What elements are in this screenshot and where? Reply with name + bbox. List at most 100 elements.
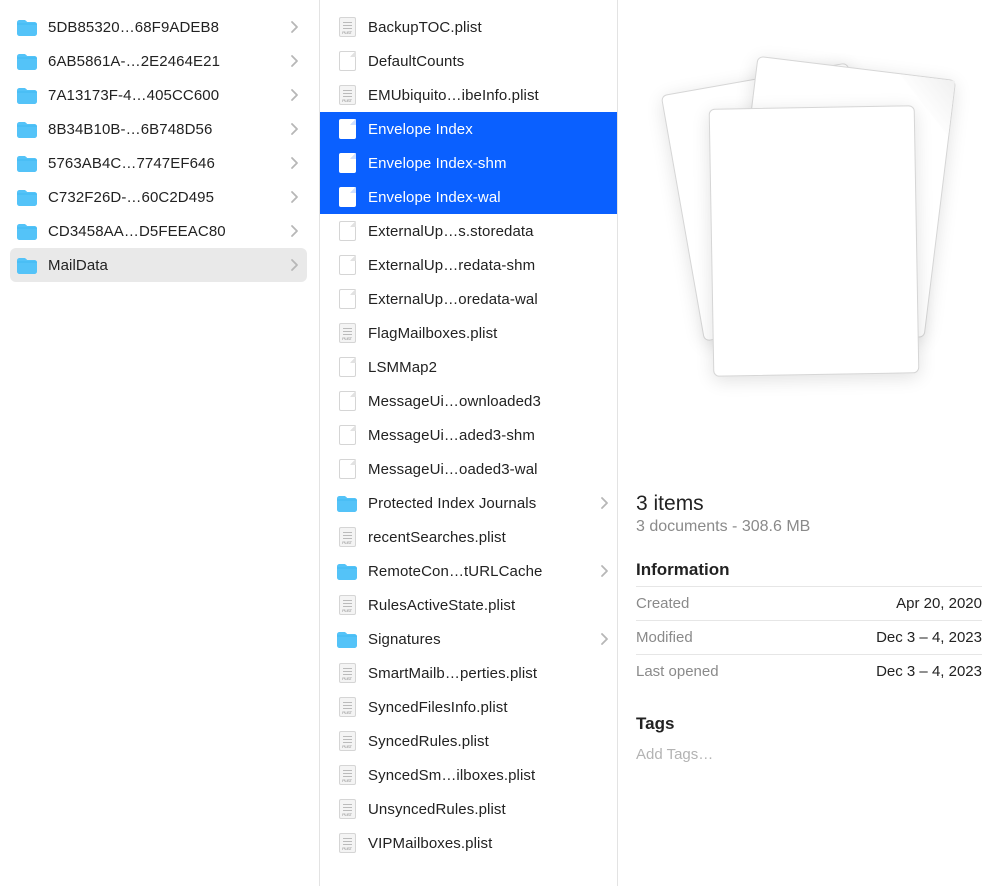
document-icon — [336, 356, 358, 378]
list-item[interactable]: C732F26D-…60C2D495 — [10, 180, 307, 214]
list-item[interactable]: SmartMailb…perties.plist — [320, 656, 617, 690]
plist-file-icon — [336, 84, 358, 106]
list-item[interactable]: LSMMap2 — [320, 350, 617, 384]
list-item[interactable]: 6AB5861A-…2E2464E21 — [10, 44, 307, 78]
folder-icon — [16, 254, 38, 276]
info-key: Modified — [636, 629, 693, 646]
list-item[interactable]: Envelope Index-shm — [320, 146, 617, 180]
list-item[interactable]: 5763AB4C…7747EF646 — [10, 146, 307, 180]
chevron-right-icon — [287, 121, 301, 137]
list-item[interactable]: VIPMailboxes.plist — [320, 826, 617, 860]
list-item[interactable]: 7A13173F-4…405CC600 — [10, 78, 307, 112]
folder-icon — [16, 118, 38, 140]
chevron-right-icon — [597, 631, 611, 647]
item-label: MailData — [48, 257, 287, 274]
plist-file-icon — [336, 322, 358, 344]
item-label: C732F26D-…60C2D495 — [48, 189, 287, 206]
item-label: recentSearches.plist — [368, 529, 611, 546]
list-item[interactable]: MailData — [10, 248, 307, 282]
list-item[interactable]: FlagMailboxes.plist — [320, 316, 617, 350]
list-item[interactable]: MessageUi…ownloaded3 — [320, 384, 617, 418]
preview-title: 3 items — [636, 492, 982, 516]
document-stack-icon — [669, 61, 949, 401]
tags-input[interactable]: Add Tags… — [636, 740, 982, 769]
item-label: VIPMailboxes.plist — [368, 835, 611, 852]
info-key: Last opened — [636, 663, 719, 680]
item-label: 6AB5861A-…2E2464E21 — [48, 53, 287, 70]
document-icon — [336, 424, 358, 446]
plist-file-icon — [336, 764, 358, 786]
plist-file-icon — [336, 16, 358, 38]
finder-column-2[interactable]: BackupTOC.plist DefaultCounts EMUbiquito…i… — [320, 0, 618, 886]
list-item[interactable]: ExternalUp…s.storedata — [320, 214, 617, 248]
item-label: CD3458AA…D5FEEAC80 — [48, 223, 287, 240]
item-label: ExternalUp…redata-shm — [368, 257, 611, 274]
list-item[interactable]: ExternalUp…redata-shm — [320, 248, 617, 282]
list-item[interactable]: SyncedFilesInfo.plist — [320, 690, 617, 724]
folder-icon — [336, 628, 358, 650]
folder-icon — [16, 220, 38, 242]
item-label: BackupTOC.plist — [368, 19, 611, 36]
item-label: RemoteCon…tURLCache — [368, 563, 597, 580]
list-item[interactable]: recentSearches.plist — [320, 520, 617, 554]
info-heading: Information — [636, 560, 982, 580]
item-label: Envelope Index-wal — [368, 189, 611, 206]
plist-file-icon — [336, 798, 358, 820]
document-icon — [336, 152, 358, 174]
item-label: Envelope Index-shm — [368, 155, 611, 172]
list-item[interactable]: Signatures — [320, 622, 617, 656]
list-item[interactable]: ExternalUp…oredata-wal — [320, 282, 617, 316]
list-item[interactable]: RulesActiveState.plist — [320, 588, 617, 622]
list-item[interactable]: SyncedSm…ilboxes.plist — [320, 758, 617, 792]
chevron-right-icon — [597, 563, 611, 579]
info-row: CreatedApr 20, 2020 — [636, 586, 982, 620]
item-label: EMUbiquito…ibeInfo.plist — [368, 87, 611, 104]
list-item[interactable]: Envelope Index — [320, 112, 617, 146]
info-value: Apr 20, 2020 — [896, 595, 982, 612]
folder-icon — [16, 152, 38, 174]
plist-file-icon — [336, 662, 358, 684]
item-label: 5DB85320…68F9ADEB8 — [48, 19, 287, 36]
item-label: UnsyncedRules.plist — [368, 801, 611, 818]
list-item[interactable]: 5DB85320…68F9ADEB8 — [10, 10, 307, 44]
item-label: 7A13173F-4…405CC600 — [48, 87, 287, 104]
list-item[interactable]: Envelope Index-wal — [320, 180, 617, 214]
list-item[interactable]: RemoteCon…tURLCache — [320, 554, 617, 588]
item-label: RulesActiveState.plist — [368, 597, 611, 614]
plist-file-icon — [336, 696, 358, 718]
item-label: Envelope Index — [368, 121, 611, 138]
plist-file-icon — [336, 730, 358, 752]
finder-column-1[interactable]: 5DB85320…68F9ADEB8 6AB5861A-…2E2464E21 7A1… — [0, 0, 320, 886]
item-label: ExternalUp…s.storedata — [368, 223, 611, 240]
chevron-right-icon — [287, 19, 301, 35]
item-label: MessageUi…oaded3-wal — [368, 461, 611, 478]
list-item[interactable]: SyncedRules.plist — [320, 724, 617, 758]
list-item[interactable]: BackupTOC.plist — [320, 10, 617, 44]
item-label: SyncedSm…ilboxes.plist — [368, 767, 611, 784]
chevron-right-icon — [287, 53, 301, 69]
item-label: ExternalUp…oredata-wal — [368, 291, 611, 308]
item-label: 5763AB4C…7747EF646 — [48, 155, 287, 172]
info-row: Last openedDec 3 – 4, 2023 — [636, 654, 982, 688]
folder-icon — [336, 492, 358, 514]
list-item[interactable]: Protected Index Journals — [320, 486, 617, 520]
item-label: DefaultCounts — [368, 53, 611, 70]
document-icon — [336, 118, 358, 140]
list-item[interactable]: MessageUi…oaded3-wal — [320, 452, 617, 486]
preview-subtitle: 3 documents - 308.6 MB — [636, 518, 982, 536]
list-item[interactable]: EMUbiquito…ibeInfo.plist — [320, 78, 617, 112]
plist-file-icon — [336, 526, 358, 548]
list-item[interactable]: DefaultCounts — [320, 44, 617, 78]
list-item[interactable]: MessageUi…aded3-shm — [320, 418, 617, 452]
list-item[interactable]: CD3458AA…D5FEEAC80 — [10, 214, 307, 248]
plist-file-icon — [336, 832, 358, 854]
item-label: SyncedRules.plist — [368, 733, 611, 750]
document-icon — [336, 458, 358, 480]
list-item[interactable]: 8B34B10B-…6B748D56 — [10, 112, 307, 146]
chevron-right-icon — [287, 189, 301, 205]
list-item[interactable]: UnsyncedRules.plist — [320, 792, 617, 826]
item-label: SyncedFilesInfo.plist — [368, 699, 611, 716]
tags-heading: Tags — [636, 714, 982, 734]
info-row: ModifiedDec 3 – 4, 2023 — [636, 620, 982, 654]
item-label: FlagMailboxes.plist — [368, 325, 611, 342]
